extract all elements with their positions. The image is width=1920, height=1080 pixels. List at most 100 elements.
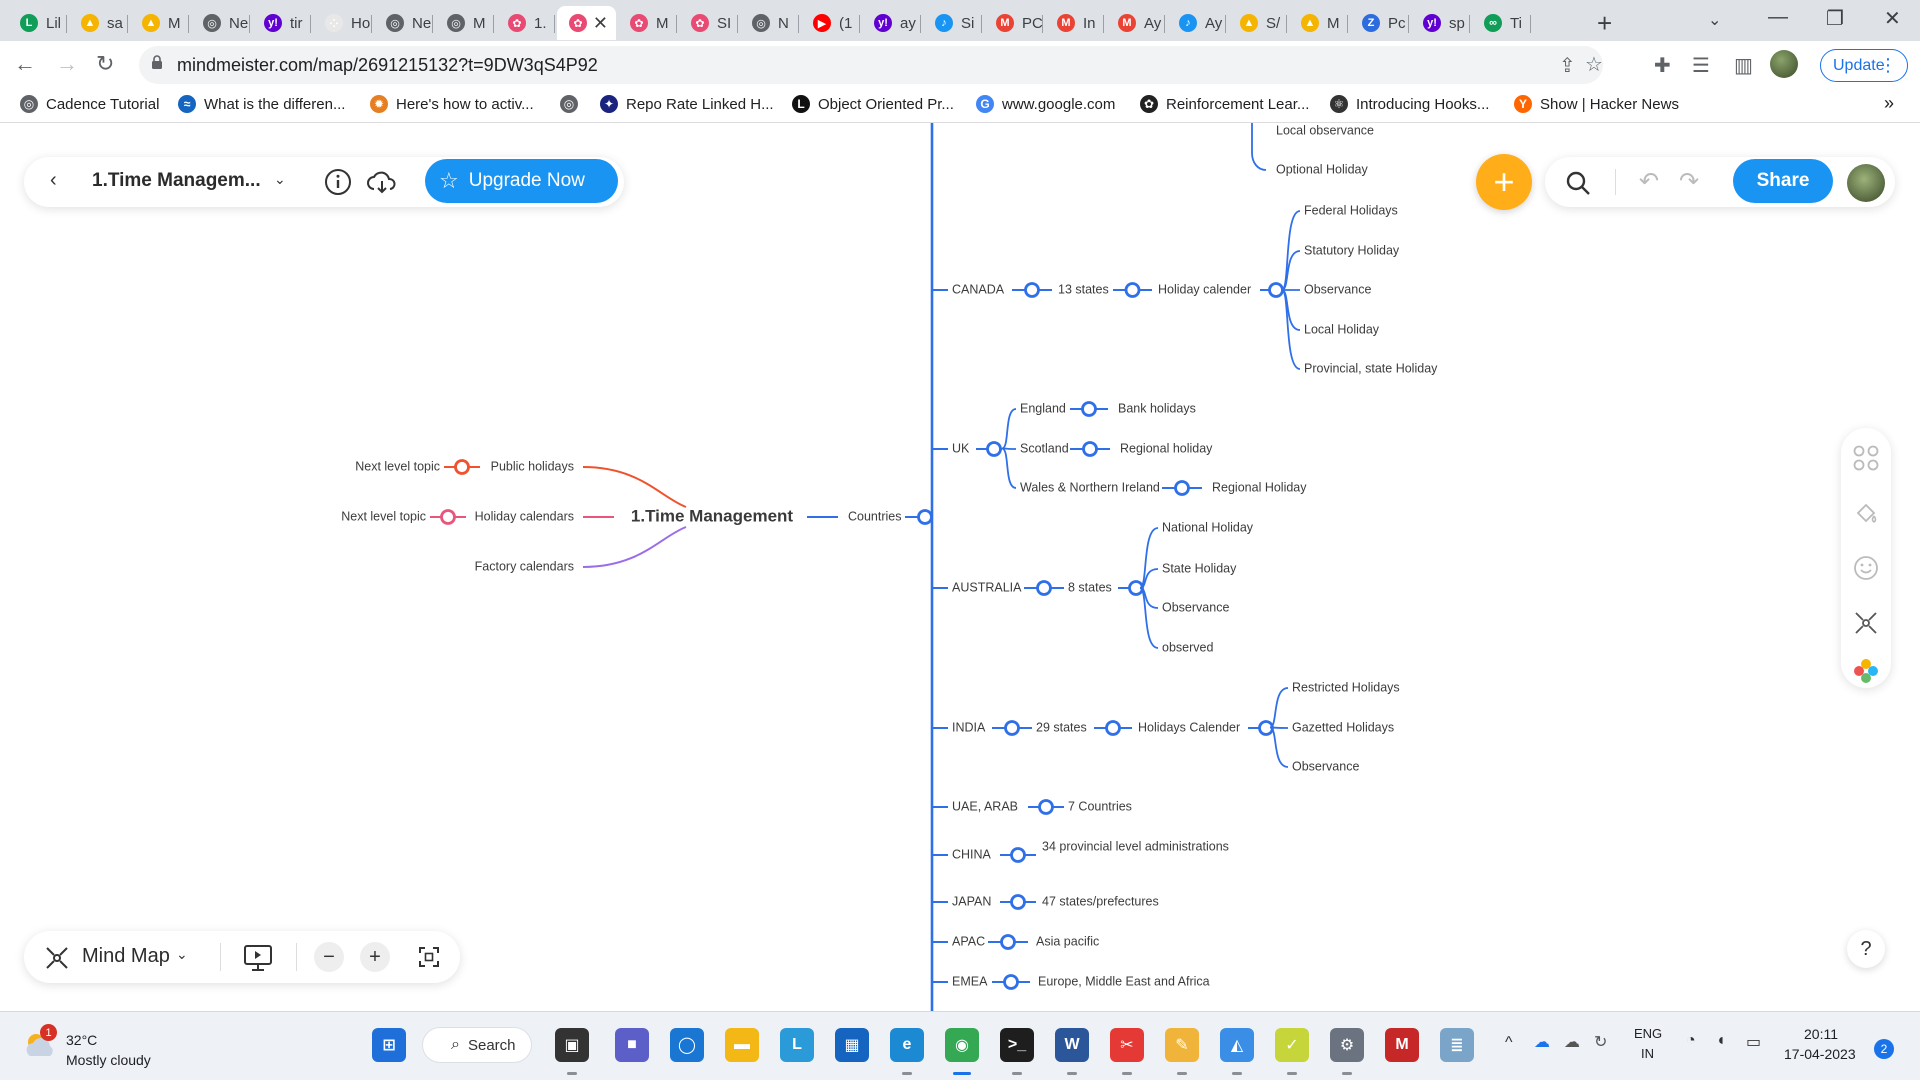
redo-icon[interactable]: ↷ (1679, 167, 1699, 196)
menu-kebab-icon[interactable]: ⋮ (1879, 55, 1897, 76)
forward-icon[interactable]: → (56, 51, 78, 77)
undo-icon[interactable]: ↶ (1639, 167, 1659, 196)
taskbar-app-snipping-tool[interactable]: ✂ (1110, 1028, 1144, 1062)
leaf-topic[interactable]: Local observance (1276, 123, 1374, 137)
taskbar-app-teams[interactable]: ■ (615, 1028, 649, 1062)
taskbar-app-cortana[interactable]: ◯ (670, 1028, 704, 1062)
url-text[interactable]: mindmeister.com/map/2691215132?t=9DW3qS4… (177, 55, 598, 76)
browser-tab[interactable]: ✿ 1. (496, 6, 555, 40)
subtopic[interactable]: 47 states/prefectures (1042, 894, 1159, 908)
subtopic[interactable]: 29 states (1036, 720, 1087, 734)
leaf-topic[interactable]: observed (1162, 640, 1213, 654)
user-avatar[interactable] (1847, 164, 1885, 202)
bookmark-item[interactable]: L Object Oriented Pr... (792, 95, 954, 113)
info-icon[interactable] (324, 168, 352, 196)
country-topic[interactable]: CANADA (952, 282, 1005, 296)
layout-icon[interactable] (1853, 445, 1879, 471)
browser-tab[interactable]: ✿ SI (679, 6, 738, 40)
taskbar-app-edge[interactable]: e (890, 1028, 924, 1062)
side-panel-icon[interactable]: ▥ (1734, 53, 1753, 78)
taskbar-app-mcafee[interactable]: M (1385, 1028, 1419, 1062)
leaf-topic[interactable]: Provincial, state Holiday (1304, 361, 1438, 375)
subtopic[interactable]: Holidays Calender (1138, 720, 1240, 734)
browser-tab[interactable]: y! ay (862, 6, 921, 40)
taskbar-app-store[interactable]: ▦ (835, 1028, 869, 1062)
upgrade-now-button[interactable]: ☆ Upgrade Now (425, 159, 618, 203)
new-tab-button[interactable]: + (1597, 8, 1612, 39)
reading-list-icon[interactable]: ☰ (1692, 53, 1710, 78)
share-button[interactable]: Share (1733, 159, 1833, 203)
browser-tab[interactable]: ✿ M (618, 6, 677, 40)
bookmark-item[interactable]: ⚛ Introducing Hooks... (1330, 95, 1489, 113)
notification-badge[interactable]: 2 (1874, 1039, 1894, 1059)
tab-search-chevron-icon[interactable]: ⌄ (1708, 10, 1721, 30)
maximize-icon[interactable]: ❐ (1826, 6, 1844, 31)
country-topic[interactable]: CHINA (952, 847, 992, 861)
leaf-topic[interactable]: Observance (1292, 759, 1359, 773)
sync-icon[interactable]: ↻ (1594, 1032, 1607, 1052)
browser-tab[interactable]: ▶ (1 (801, 6, 860, 40)
browser-tab[interactable]: M In (1045, 6, 1104, 40)
title-dropdown-icon[interactable]: ⌄ (274, 171, 286, 188)
browser-tab[interactable]: M Ay (1106, 6, 1165, 40)
update-button[interactable]: Update ⋮ (1820, 49, 1908, 82)
subtopic[interactable]: Europe, Middle East and Africa (1038, 974, 1210, 988)
browser-tab[interactable]: Z Pc (1350, 6, 1409, 40)
connect-icon[interactable] (1853, 610, 1879, 636)
address-bar[interactable]: mindmeister.com/map/2691215132?t=9DW3qS4… (139, 46, 1603, 84)
zoom-in-icon[interactable]: + (360, 942, 390, 972)
country-topic[interactable]: UAE, ARAB (952, 799, 1018, 813)
onedrive-icon[interactable]: ☁ (1534, 1032, 1550, 1052)
color-palette-icon[interactable] (1853, 658, 1879, 684)
browser-tab[interactable]: ◎ N (740, 6, 799, 40)
country-topic[interactable]: APAC (952, 934, 985, 948)
language-top[interactable]: ENG (1634, 1026, 1662, 1041)
taskbar-app-tasks[interactable]: ✓ (1275, 1028, 1309, 1062)
emoji-icon[interactable] (1853, 555, 1879, 581)
leaf-topic[interactable]: Observance (1304, 282, 1371, 296)
view-dropdown-icon[interactable]: ⌄ (176, 946, 188, 963)
leaf-topic[interactable]: Bank holidays (1118, 401, 1196, 415)
taskbar-app-terminal[interactable]: >_ (1000, 1028, 1034, 1062)
browser-tab[interactable]: ◎ Ne (374, 6, 433, 40)
tray-chevron-icon[interactable]: ^ (1505, 1034, 1513, 1052)
map-title[interactable]: 1.Time Managem... (92, 170, 261, 192)
browser-tab[interactable]: y! tir (252, 6, 311, 40)
leaf-topic[interactable]: Local Holiday (1304, 322, 1380, 336)
leaf-topic[interactable]: Restricted Holidays (1292, 680, 1400, 694)
subtopic[interactable]: 7 Countries (1068, 799, 1132, 813)
extensions-icon[interactable]: ✚ (1654, 53, 1671, 78)
root-topic[interactable]: 1.Time Management (631, 506, 794, 525)
browser-tab[interactable]: ▲ sa (69, 6, 128, 40)
subtopic[interactable]: Holiday calender (1158, 282, 1251, 296)
subtopic[interactable]: 8 states (1068, 580, 1112, 594)
browser-tab[interactable]: y! sp (1411, 6, 1470, 40)
subtopic[interactable]: Next level topic (341, 509, 426, 523)
paint-bucket-icon[interactable] (1853, 500, 1879, 526)
leaf-topic[interactable]: Federal Holidays (1304, 203, 1398, 217)
leaf-topic[interactable]: Observance (1162, 600, 1229, 614)
mindmap-canvas[interactable]: 1.Time Management Public holidays Next lev… (0, 123, 1920, 1011)
bookmark-item[interactable]: Y Show | Hacker News (1514, 95, 1679, 113)
leaf-topic[interactable]: Regional Holiday (1212, 480, 1307, 494)
countries-topic[interactable]: Countries (848, 509, 902, 523)
subtopic[interactable]: England (1020, 401, 1066, 415)
add-topic-button[interactable]: + (1476, 154, 1532, 210)
left-branch-topic[interactable]: Factory calendars (475, 559, 574, 573)
taskbar-app-photos[interactable]: ◭ (1220, 1028, 1254, 1062)
browser-tab[interactable]: ⁘ Ho (313, 6, 372, 40)
bookmark-item[interactable]: ✦ Repo Rate Linked H... (600, 95, 774, 113)
view-mode-label[interactable]: Mind Map (82, 945, 170, 968)
leaf-topic[interactable]: National Holiday (1162, 520, 1254, 534)
browser-tab[interactable]: ▲ M (130, 6, 189, 40)
taskbar-app-pen-app[interactable]: ✎ (1165, 1028, 1199, 1062)
clock-date[interactable]: 17-04-2023 (1784, 1046, 1856, 1062)
weather-temp[interactable]: 32°C (66, 1032, 97, 1048)
reload-icon[interactable]: ↻ (96, 51, 114, 77)
subtopic[interactable]: Scotland (1020, 441, 1069, 455)
bookmark-star-icon[interactable]: ☆ (1585, 52, 1603, 77)
leaf-topic[interactable]: Optional Holiday (1276, 162, 1368, 176)
fit-screen-icon[interactable] (418, 946, 440, 968)
battery-icon[interactable]: ▭ (1746, 1032, 1761, 1052)
country-topic[interactable]: UK (952, 441, 970, 455)
